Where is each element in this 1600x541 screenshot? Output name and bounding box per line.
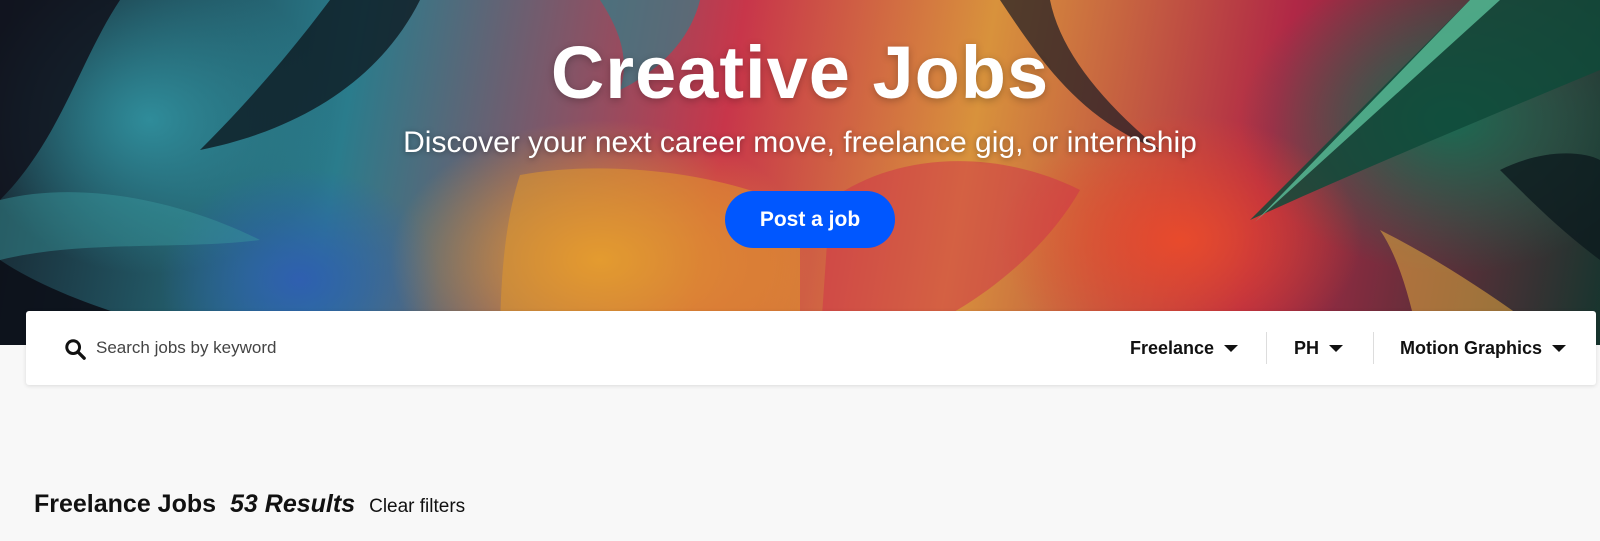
clear-filters-link[interactable]: Clear filters bbox=[369, 496, 465, 518]
filter-divider bbox=[1373, 332, 1374, 364]
caret-down-icon bbox=[1552, 344, 1567, 352]
filter-divider bbox=[1266, 332, 1267, 364]
caret-down-icon bbox=[1224, 344, 1239, 352]
results-title: Freelance Jobs bbox=[34, 490, 217, 518]
location-filter-label: PH bbox=[1294, 337, 1320, 358]
search-input[interactable] bbox=[96, 331, 696, 365]
hero-banner: Creative Jobs Discover your next career … bbox=[0, 0, 1600, 345]
page-title: Creative Jobs bbox=[550, 31, 1050, 114]
results-header: Freelance Jobs 53 Results Clear filters bbox=[34, 490, 465, 519]
search-icon bbox=[65, 339, 86, 360]
location-filter[interactable]: PH bbox=[1294, 331, 1344, 365]
job-type-filter[interactable]: Freelance bbox=[1130, 331, 1239, 365]
job-type-filter-label: Freelance bbox=[1130, 337, 1215, 358]
results-count: 53 Results bbox=[230, 490, 356, 518]
category-filter-label: Motion Graphics bbox=[1400, 337, 1543, 358]
search-filter-bar: Freelance PH Motion Graphics bbox=[26, 311, 1596, 385]
category-filter[interactable]: Motion Graphics bbox=[1400, 331, 1567, 365]
caret-down-icon bbox=[1329, 344, 1344, 352]
page-subtitle: Discover your next career move, freelanc… bbox=[403, 126, 1197, 159]
post-job-button[interactable]: Post a job bbox=[725, 191, 895, 248]
